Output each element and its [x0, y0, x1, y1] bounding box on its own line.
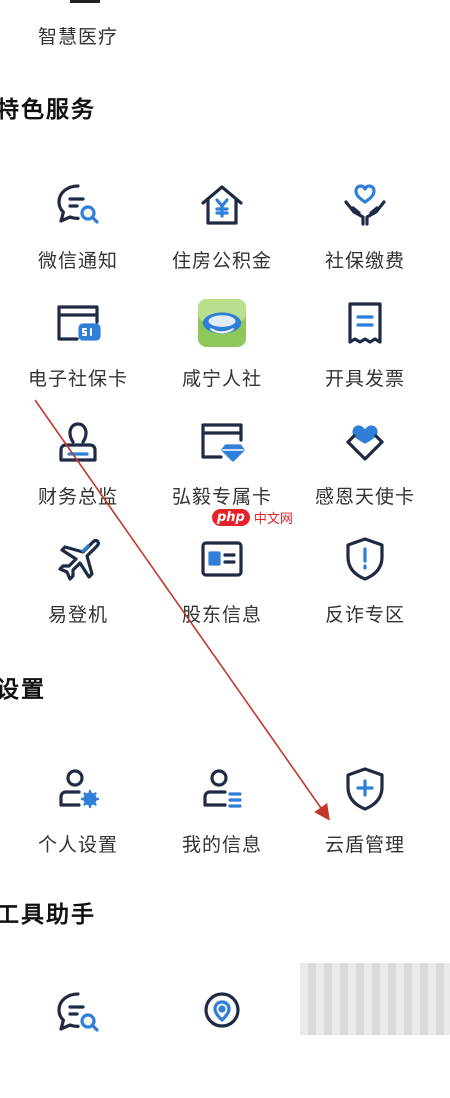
item-label: 股东信息: [181, 604, 262, 626]
item-label: 社保缴费: [324, 250, 405, 272]
item-label: 易登机: [47, 604, 108, 626]
item-shareholder-info[interactable]: 股东信息: [147, 534, 297, 644]
watermark-text: 中文网: [253, 512, 293, 527]
item-label: 咸宁人社: [181, 368, 262, 390]
blurred-region: [300, 963, 450, 1035]
item-social-security-pay[interactable]: 社保缴费: [290, 180, 440, 290]
item-tool-location[interactable]: [147, 988, 297, 1098]
watermark-php: php: [212, 509, 250, 526]
item-label: 弘毅专属卡: [171, 486, 272, 508]
item-housing-fund[interactable]: 住房公积金: [147, 180, 297, 290]
location-pin-icon: [197, 988, 247, 1038]
card-diamond-icon: [197, 416, 247, 466]
app-logo-icon: [197, 298, 247, 348]
item-label: 住房公积金: [171, 250, 272, 272]
invoice-icon: [340, 298, 390, 348]
item-personal-settings[interactable]: 个人设置: [3, 764, 153, 874]
item-my-info[interactable]: 我的信息: [147, 764, 297, 874]
stamp-icon: [53, 416, 103, 466]
top-item-icon-fragment: [70, 0, 100, 3]
item-label: 开具发票: [324, 368, 405, 390]
item-easy-boarding[interactable]: 易登机: [3, 534, 153, 644]
shield-plus-icon: [340, 764, 390, 814]
item-xianning-hr[interactable]: 咸宁人社: [147, 298, 297, 408]
item-cloud-shield[interactable]: 云盾管理: [290, 764, 440, 874]
shield-alert-icon: [340, 534, 390, 584]
house-yuan-icon: [197, 180, 247, 230]
item-e-social-card[interactable]: 电子社保卡: [3, 298, 153, 408]
item-anti-fraud[interactable]: 反诈专区: [290, 534, 440, 644]
item-tool-chat[interactable]: [3, 988, 153, 1098]
item-finance-director[interactable]: 财务总监: [3, 416, 153, 526]
item-label: 电子社保卡: [27, 368, 128, 390]
item-label: 云盾管理: [324, 834, 405, 856]
site-watermark: php 中文网: [212, 508, 293, 527]
id-card-icon: [197, 534, 247, 584]
chat-search-icon: [53, 988, 103, 1038]
item-label: 个人设置: [37, 834, 118, 856]
item-wechat-notify[interactable]: 微信通知: [3, 180, 153, 290]
item-label: 微信通知: [37, 250, 118, 272]
si-card-icon: [53, 298, 103, 348]
section-title-special: 特色服务: [0, 97, 96, 123]
item-angel-card[interactable]: 感恩天使卡: [290, 416, 440, 526]
item-label: 财务总监: [37, 486, 118, 508]
angel-heart-icon: [340, 416, 390, 466]
section-title-tools: 工具助手: [0, 902, 96, 928]
heart-hands-icon: [340, 180, 390, 230]
item-issue-invoice[interactable]: 开具发票: [290, 298, 440, 408]
smart-medical-label[interactable]: 智慧医疗: [38, 22, 118, 49]
user-gear-icon: [53, 764, 103, 814]
airplane-icon: [53, 534, 103, 584]
chat-search-icon: [53, 180, 103, 230]
item-label: 我的信息: [181, 834, 262, 856]
user-info-icon: [197, 764, 247, 814]
item-label: 感恩天使卡: [314, 486, 415, 508]
section-title-settings: 设置: [0, 677, 46, 703]
item-label: 反诈专区: [324, 604, 405, 626]
